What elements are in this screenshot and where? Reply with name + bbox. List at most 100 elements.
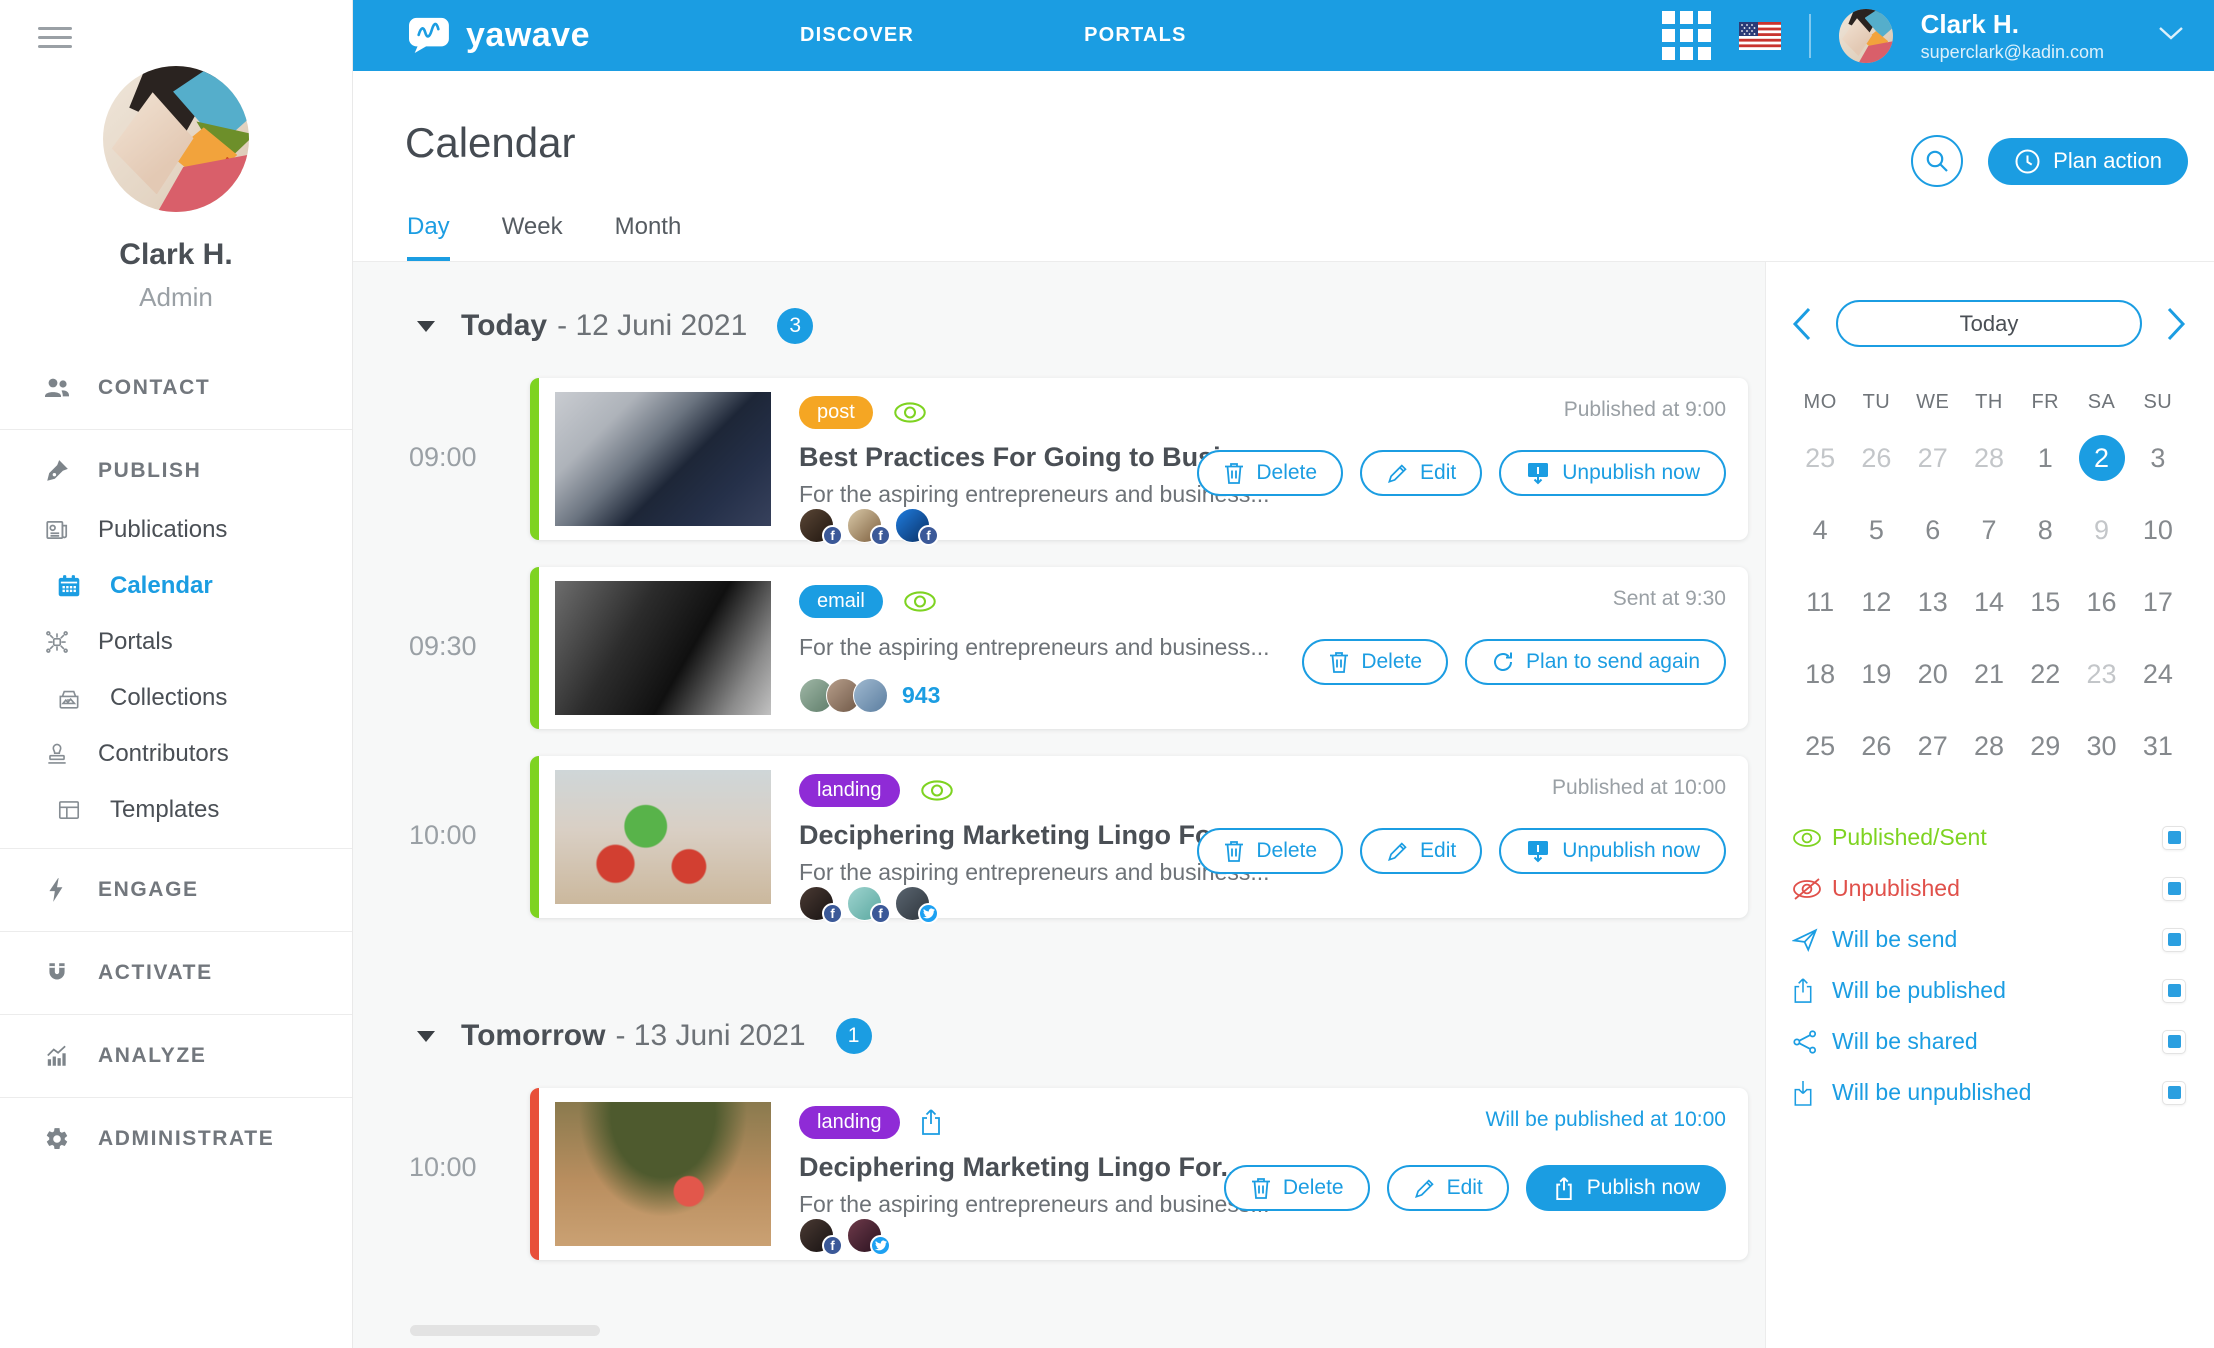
plan-action-button[interactable]: Plan action [1988,138,2188,185]
calendar-day[interactable]: 26 [1848,710,1904,782]
sidebar-item-administrate[interactable]: ADMINISTRATE [0,1108,352,1170]
calendar-day[interactable]: 21 [1961,638,2017,710]
legend-checkbox[interactable] [2162,1030,2186,1054]
legend-checkbox[interactable] [2162,928,2186,952]
delete-button[interactable]: Delete [1197,450,1343,496]
sidebar-item-portals[interactable]: Portals [0,614,352,670]
avatar[interactable]: f [799,886,834,921]
prev-month-chevron-icon[interactable] [1792,307,1812,341]
calendar-day[interactable]: 25 [1792,422,1848,494]
sidebar-item-analyze[interactable]: ANALYZE [0,1025,352,1087]
apps-grid-icon[interactable] [1662,11,1711,60]
sidebar-item-calendar[interactable]: Calendar [0,558,352,614]
calendar-day[interactable]: 20 [1905,638,1961,710]
user-avatar[interactable] [1839,9,1893,63]
tab-month[interactable]: Month [615,213,682,261]
event-title[interactable]: Deciphering Marketing Lingo For... [799,1152,1269,1183]
calendar-day[interactable]: 1 [2017,422,2073,494]
publish-now-button[interactable]: Publish now [1526,1165,1726,1211]
calendar-day[interactable]: 27 [1905,422,1961,494]
sidebar-item-publish[interactable]: PUBLISH [0,440,352,502]
sidebar-item-publications[interactable]: Publications [0,502,352,558]
edit-button[interactable]: Edit [1387,1165,1509,1211]
unpublish-now-button[interactable]: Unpublish now [1499,450,1726,496]
avatar[interactable]: f [895,508,930,543]
calendar-day[interactable]: 4 [1792,494,1848,566]
calendar-day[interactable]: 17 [2130,566,2186,638]
avatar[interactable]: f [799,508,834,543]
collapse-caret-icon[interactable] [417,321,435,332]
collapse-caret-icon[interactable] [417,1031,435,1042]
edit-button[interactable]: Edit [1360,450,1482,496]
calendar-day[interactable]: 19 [1848,638,1904,710]
calendar-day[interactable]: 16 [2073,566,2129,638]
today-button[interactable]: Today [1836,300,2142,347]
next-month-chevron-icon[interactable] [2166,307,2186,341]
edit-button[interactable]: Edit [1360,828,1482,874]
plan-to-send-again-button[interactable]: Plan to send again [1465,639,1726,685]
delete-button[interactable]: Delete [1224,1165,1370,1211]
legend-checkbox[interactable] [2162,979,2186,1003]
calendar-day[interactable]: 10 [2130,494,2186,566]
calendar-day[interactable]: 3 [2130,422,2186,494]
calendar-day[interactable]: 31 [2130,710,2186,782]
brand-logo[interactable]: yawave [408,16,590,56]
calendar-day[interactable]: 29 [2017,710,2073,782]
nav-discover[interactable]: DISCOVER [800,24,914,47]
calendar-day[interactable]: 5 [1848,494,1904,566]
calendar-day[interactable]: 28 [1961,710,2017,782]
horizontal-scrollbar-thumb[interactable] [410,1325,600,1336]
sidebar-item-engage[interactable]: ENGAGE [0,859,352,921]
calendar-day[interactable]: 27 [1905,710,1961,782]
sidebar-item-collections[interactable]: Collections [0,670,352,726]
calendar-day[interactable]: 9 [2073,494,2129,566]
calendar-day[interactable]: 30 [2073,710,2129,782]
calendar-day[interactable]: 6 [1905,494,1961,566]
nav-portals[interactable]: PORTALS [1084,24,1186,47]
tab-week[interactable]: Week [502,213,563,261]
sidebar-item-activate[interactable]: ACTIVATE [0,942,352,1004]
calendar-day[interactable]: 13 [1905,566,1961,638]
user-menu[interactable]: Clark H. superclark@kadin.com [1921,8,2104,63]
calendar-day[interactable]: 22 [2017,638,2073,710]
event-card[interactable]: landing Deciphering Marketing Lingo For.… [530,756,1748,918]
event-card[interactable]: email For the aspiring entrepreneurs and… [530,567,1748,729]
calendar-day[interactable]: 24 [2130,638,2186,710]
sidebar-item-contact[interactable]: CONTACT [0,357,352,419]
calendar-day[interactable]: 28 [1961,422,2017,494]
facebook-badge-icon: f [822,1235,843,1256]
calendar-day-selected[interactable]: 2 [2073,422,2129,494]
calendar-day[interactable]: 25 [1792,710,1848,782]
avatar[interactable]: f [799,1218,834,1253]
calendar-day[interactable]: 8 [2017,494,2073,566]
avatar[interactable] [847,1218,882,1253]
legend-checkbox[interactable] [2162,877,2186,901]
calendar-day[interactable]: 18 [1792,638,1848,710]
calendar-day[interactable]: 12 [1848,566,1904,638]
chevron-down-icon[interactable] [2158,26,2184,45]
us-flag-icon[interactable] [1739,22,1781,50]
tab-day[interactable]: Day [407,213,450,261]
calendar-day[interactable]: 7 [1961,494,2017,566]
avatar[interactable]: f [847,886,882,921]
event-card[interactable]: landing Deciphering Marketing Lingo For.… [530,1088,1748,1260]
calendar-day[interactable]: 15 [2017,566,2073,638]
sidebar-item-templates[interactable]: Templates [0,782,352,838]
reach-count[interactable]: 943 [902,682,940,709]
event-card[interactable]: post Best Practices For Going to Busines… [530,378,1748,540]
search-button[interactable] [1911,135,1963,187]
calendar-day[interactable]: 14 [1961,566,2017,638]
delete-button[interactable]: Delete [1197,828,1343,874]
calendar-day[interactable]: 26 [1848,422,1904,494]
calendar-day[interactable]: 11 [1792,566,1848,638]
avatar[interactable] [895,886,930,921]
sidebar-item-contributors[interactable]: Contributors [0,726,352,782]
delete-button[interactable]: Delete [1302,639,1448,685]
avatar[interactable] [853,678,888,713]
calendar-day[interactable]: 23 [2073,638,2129,710]
legend-checkbox[interactable] [2162,1081,2186,1105]
hamburger-menu-icon[interactable] [38,27,72,54]
avatar[interactable]: f [847,508,882,543]
legend-checkbox[interactable] [2162,826,2186,850]
unpublish-now-button[interactable]: Unpublish now [1499,828,1726,874]
